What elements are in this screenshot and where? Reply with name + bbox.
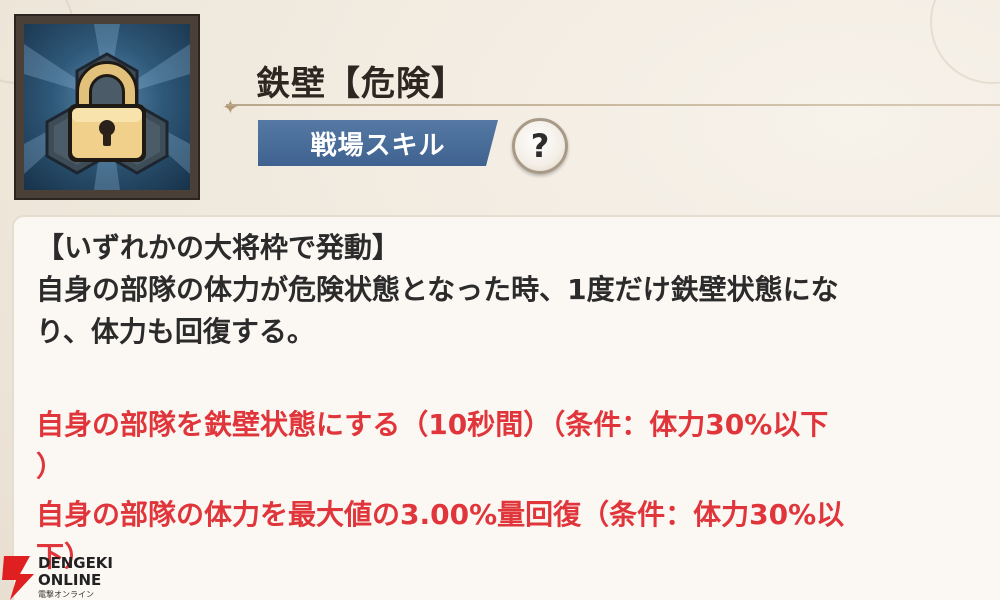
question-mark-icon: ? bbox=[530, 127, 550, 165]
watermark-line1: DENGEKI bbox=[38, 554, 114, 572]
effect-line: 下） bbox=[36, 540, 93, 573]
effect-line: 自身の部隊の体力を最大値の3.00%量回復（条件：体力30%以 bbox=[36, 498, 845, 531]
skill-category-badge: 戦場スキル bbox=[258, 120, 498, 166]
skill-detail-screen: 鉄壁【危険】 ✦ 戦場スキル ? 【いずれかの大将枠で発動】 自身の部隊の体力が… bbox=[0, 0, 1000, 600]
watermark-line2: ONLINE bbox=[38, 571, 102, 589]
watermark-line3: 電撃オンライン bbox=[38, 590, 94, 599]
skill-icon-frame bbox=[14, 14, 200, 200]
trigger-condition: 【いずれかの大将枠で発動】 bbox=[36, 231, 401, 264]
skill-icon-background bbox=[24, 24, 190, 190]
description-line: 自身の部隊の体力が危険状態となった時、1度だけ鉄壁状態にな bbox=[36, 273, 839, 306]
background-swirl bbox=[930, 0, 1000, 84]
lock-icon bbox=[24, 24, 190, 190]
skill-title: 鉄壁【危険】 bbox=[256, 64, 466, 104]
effect-line: 自身の部隊を鉄壁状態にする（10秒間）（条件：体力30%以下 bbox=[36, 408, 829, 441]
title-divider bbox=[226, 104, 1000, 106]
effect-line: ） bbox=[36, 450, 65, 483]
help-button[interactable]: ? bbox=[512, 118, 568, 174]
ornament-icon: ✦ bbox=[222, 95, 239, 119]
description-line: り、体力も回復する。 bbox=[36, 315, 315, 348]
